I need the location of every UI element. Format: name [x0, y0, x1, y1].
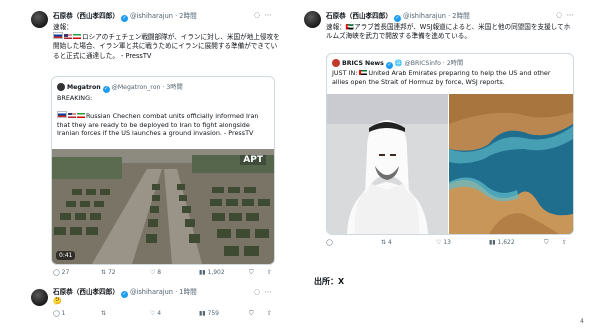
tweet-header: 石原恭（西山孝四郎） ✓ @ishiharajun · 2時間 — [326, 12, 470, 22]
video-duration: 0:41 — [56, 251, 76, 260]
like-button[interactable]: ♡ 4 — [150, 310, 161, 317]
verified-badge-icon: ✓ — [120, 291, 128, 298]
avatar[interactable] — [31, 11, 48, 28]
quoted-avatar — [332, 59, 340, 67]
avatar[interactable] — [304, 11, 321, 28]
tweet-card: 石原恭（西山孝四郎） ✓ @ishiharajun · 2時間 ◌ ⋯ 速報：🇦🇪ア… — [304, 8, 580, 258]
reply-button[interactable]: ◯ — [326, 239, 333, 246]
author-handle[interactable]: @ishiharajun — [403, 12, 446, 20]
reply-button[interactable]: ◯ 27 — [53, 269, 69, 276]
quoted-tweet-header: BRICS News ✓ 🌐 @BRICSinfo · 2時間 — [332, 58, 463, 69]
quoted-tweet-time: · 2時間 — [442, 60, 464, 67]
us-flag-icon — [68, 112, 76, 118]
retweet-button[interactable]: ⇅ 72 — [101, 269, 116, 276]
author-name[interactable]: 石原恭（西山孝四郎） — [326, 12, 392, 20]
tweet-top-icons: ◌ ⋯ — [254, 288, 272, 296]
tweet-actions: ◯ 27 ⇅ 72 ♡ 8 ▮▮ 1,902 ⛉ ⇧ — [53, 269, 283, 279]
share-icon[interactable]: ⇧ — [562, 239, 567, 246]
bookmark-icon[interactable]: ⛉ — [249, 310, 254, 318]
like-button[interactable]: ♡ 13 — [436, 239, 451, 246]
tweet-actions: ◯ 1 ⇅ ♡ 4 ▮▮ 759 ⛉ ⇧ — [53, 310, 283, 320]
tweet-time[interactable]: · 1時間 — [175, 288, 197, 296]
quoted-author-handle: @BRICSinfo — [404, 60, 441, 67]
tweet-top-icons: ◌ ⋯ — [556, 11, 574, 19]
views-button[interactable]: ▮▮ 1,622 — [489, 239, 515, 246]
retweet-button[interactable]: ⇅ — [101, 310, 106, 317]
video-watermark: APT — [240, 155, 266, 165]
tweet-actions: ◯ ⇅ 4 ♡ 13 ▮▮ 1,622 ⛉ ⇧ — [326, 239, 576, 249]
author-handle[interactable]: @ishiharajun — [130, 288, 173, 296]
verified-badge-icon: ✓ — [120, 15, 128, 22]
tweet-card: 石原恭（西山孝四郎） ✓ @ishiharajun · 2時間 ◌ ⋯ 速報： ロシ… — [31, 8, 286, 276]
tweet-text: 🤔 — [53, 297, 62, 306]
thinking-emoji-icon: 🤔 — [53, 297, 62, 305]
like-button[interactable]: ♡ 8 — [150, 269, 161, 276]
retweet-button[interactable]: ⇅ 4 — [381, 239, 392, 246]
author-name[interactable]: 石原恭（西山孝四郎） — [53, 12, 119, 20]
globe-icon: 🌐 — [394, 60, 403, 67]
reply-button[interactable]: ◯ 1 — [53, 310, 65, 317]
grok-icon[interactable]: ◌ — [254, 288, 260, 296]
video-player[interactable]: APT 0:41 — [52, 149, 274, 264]
grok-icon[interactable]: ◌ — [254, 11, 260, 19]
tweet-text-prefix: 速報： — [53, 23, 73, 31]
quoted-tweet-header: Megatron ✓ @Megatron_ron · 3時間 — [57, 82, 183, 93]
iran-flag-icon — [73, 34, 81, 40]
quoted-author-name: Megatron — [67, 84, 101, 91]
quoted-avatar — [57, 83, 65, 91]
more-icon[interactable]: ⋯ — [265, 288, 272, 296]
verified-badge-icon: ✓ — [385, 62, 393, 69]
iran-flag-icon — [77, 112, 85, 118]
quoted-author-handle: @Megatron_ron — [111, 84, 161, 91]
quoted-prefix: JUST IN: — [332, 69, 358, 77]
tweet-top-icons: ◌ ⋯ — [254, 11, 272, 19]
verified-badge-icon: ✓ — [102, 86, 110, 93]
quoted-tweet-time: · 3時間 — [162, 84, 183, 91]
author-handle[interactable]: @ishiharajun — [130, 12, 173, 20]
avatar[interactable] — [31, 289, 48, 306]
source-label: 出所：X — [314, 277, 345, 286]
russia-flag-icon — [57, 110, 67, 118]
page-number: 4 — [580, 318, 584, 325]
tweet-time[interactable]: · 2時間 — [448, 12, 470, 20]
quoted-tweet-text: JUST IN: United Arab Emirates preparing … — [332, 69, 568, 87]
uae-flag-icon — [359, 70, 368, 75]
share-icon[interactable]: ⇧ — [267, 269, 272, 276]
tweet-text-body: ロシアのチェチェン戦闘部隊が、イランに対し、米国が地上侵攻を開始した場合、イラン… — [53, 33, 280, 60]
tweet-card: 石原恭（西山孝四郎） ✓ @ishiharajun · 1時間 ◌ ⋯ 🤔 ◯ 1 … — [31, 286, 286, 326]
bookmark-icon[interactable]: ⛉ — [544, 239, 549, 247]
russia-flag-icon — [53, 32, 63, 40]
map-image[interactable] — [449, 94, 573, 234]
quoted-text-body: Russian Chechen combat units officially … — [57, 111, 259, 138]
us-flag-icon — [64, 34, 72, 40]
grok-icon[interactable]: ◌ — [556, 11, 562, 19]
quoted-tweet-text: BREAKING: Russian Chechen combat units o… — [57, 94, 269, 138]
verified-badge-icon: ✓ — [393, 15, 401, 22]
portrait-image[interactable] — [327, 94, 448, 234]
tweet-header: 石原恭（西山孝四郎） ✓ @ishiharajun · 1時間 — [53, 288, 197, 298]
quoted-author-name: BRICS News — [342, 60, 384, 67]
bookmark-icon[interactable]: ⛉ — [249, 269, 254, 277]
more-icon[interactable]: ⋯ — [265, 11, 272, 19]
author-name[interactable]: 石原恭（西山孝四郎） — [53, 288, 119, 296]
military-convoy-image — [52, 149, 274, 264]
quoted-breaking-label: BREAKING: — [57, 94, 93, 102]
views-button[interactable]: ▮▮ 759 — [199, 310, 219, 317]
tweet-text: 速報：🇦🇪アラブ首長国連邦が、WSJ報道によると、米国と他の同盟国を支援してホル… — [326, 23, 571, 41]
tweet-time[interactable]: · 2時間 — [175, 12, 197, 20]
share-icon[interactable]: ⇧ — [267, 310, 272, 317]
tweet-text: 速報： ロシアのチェチェン戦闘部隊が、イランに対し、米国が地上侵攻を開始した場合… — [53, 23, 283, 61]
quoted-tweet[interactable]: Megatron ✓ @Megatron_ron · 3時間 BREAKING: R… — [51, 76, 275, 265]
views-button[interactable]: ▮▮ 1,902 — [199, 269, 225, 276]
more-icon[interactable]: ⋯ — [567, 11, 574, 19]
quoted-tweet[interactable]: BRICS News ✓ 🌐 @BRICSinfo · 2時間 JUST IN: U… — [326, 53, 574, 235]
tweet-header: 石原恭（西山孝四郎） ✓ @ishiharajun · 2時間 — [53, 12, 197, 22]
